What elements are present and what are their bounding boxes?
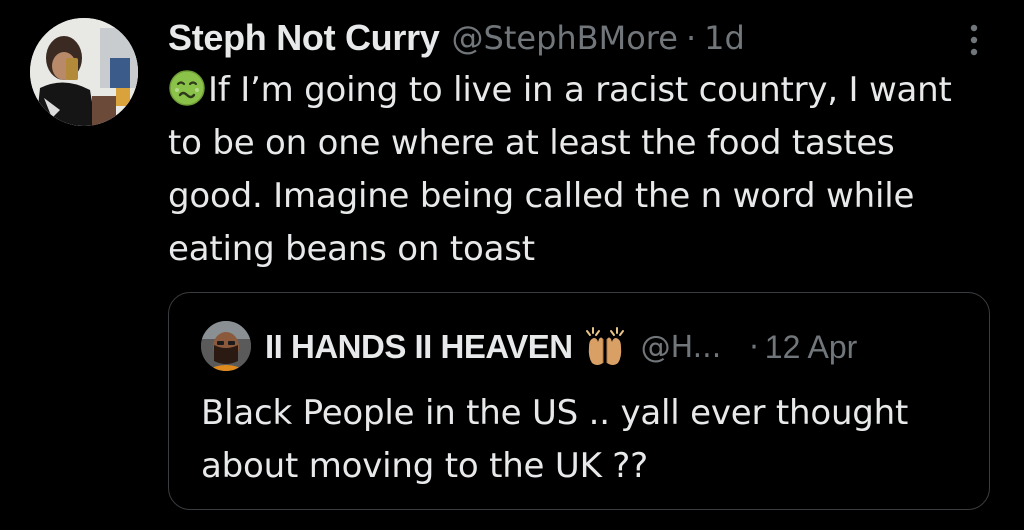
- quoted-timestamp[interactable]: 12 Apr: [765, 329, 858, 366]
- avatar[interactable]: [30, 18, 138, 126]
- vertical-ellipsis-icon: [970, 24, 978, 56]
- quoted-tweet-card[interactable]: II HANDS II HEAVEN @H... · 12 Apr Black …: [168, 292, 990, 510]
- tweet-timestamp[interactable]: 1d: [704, 19, 745, 57]
- nauseated-face-emoji: [168, 69, 206, 107]
- quoted-avatar[interactable]: [201, 321, 251, 371]
- author-handle[interactable]: @StephBMore: [452, 19, 678, 57]
- tweet-body: If I’m going to live in a racist country…: [168, 64, 998, 276]
- quoted-separator-dot: ·: [749, 329, 759, 365]
- raising-hands-emoji: [583, 325, 627, 369]
- quoted-author-name[interactable]: II HANDS II HEAVEN: [265, 328, 573, 366]
- tweet[interactable]: Steph Not Curry @StephBMore · 1d If I’m …: [0, 0, 1024, 530]
- quoted-author-handle[interactable]: @H...: [641, 330, 722, 365]
- quoted-avatar-image: [201, 321, 251, 371]
- avatar-image: [30, 18, 138, 126]
- tweet-text: If I’m going to live in a racist country…: [168, 70, 952, 269]
- separator-dot: ·: [685, 19, 697, 57]
- tweet-header: Steph Not Curry @StephBMore · 1d: [168, 14, 745, 62]
- quoted-header: II HANDS II HEAVEN @H... · 12 Apr: [265, 323, 857, 371]
- author-name[interactable]: Steph Not Curry: [168, 17, 440, 59]
- quoted-tweet-text: Black People in the US .. yall ever thou…: [201, 393, 909, 486]
- more-options-button[interactable]: [964, 20, 984, 60]
